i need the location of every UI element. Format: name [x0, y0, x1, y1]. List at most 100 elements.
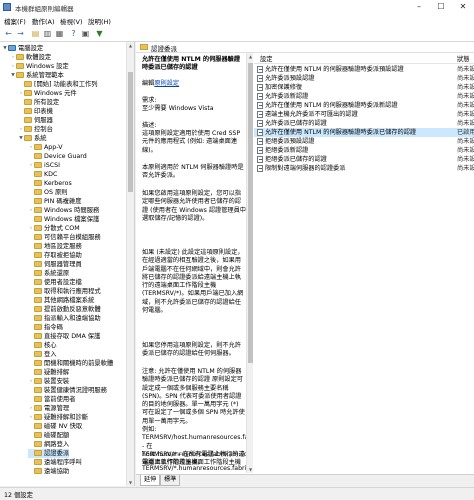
tree-item[interactable]: 取得和執行應用程式 — [28, 287, 101, 296]
column-header-setting[interactable]: 設定 — [260, 54, 273, 63]
tree-item[interactable]: 所有設定 — [18, 98, 59, 107]
menu-file[interactable]: 檔案(F) — [4, 16, 26, 26]
setting-state: 尚未設定 — [457, 84, 474, 91]
tree-item[interactable]: 使用者設定檔 — [28, 278, 82, 287]
scroll-down-icon[interactable]: ▼ — [127, 479, 134, 486]
tree-item[interactable]: 開機和關機時的前景軟體 — [28, 359, 113, 368]
tree-item[interactable]: Windows 檔案保護 — [28, 215, 99, 224]
tree-item[interactable]: KDC — [28, 170, 57, 179]
list-item[interactable]: 允許委派預設認證 尚未設定 — [254, 74, 474, 83]
tree-item[interactable]: › 裝置安裝 — [28, 377, 69, 386]
close-icon[interactable]: ✕ — [452, 0, 474, 14]
tree-item[interactable]: › iSCSI — [28, 161, 60, 170]
tree-item[interactable]: 裝置健康情況證明服務 — [28, 386, 107, 395]
tree-item[interactable]: 直接存取 DMA 保護 — [28, 332, 100, 341]
show-hide-tree-icon[interactable]: ▥ — [42, 28, 53, 39]
forward-arrow-icon[interactable]: → — [15, 28, 26, 39]
tree-item[interactable]: 疑難排解 — [28, 368, 69, 377]
tree-item[interactable]: 指派輸入和遠端協助 — [28, 314, 101, 323]
description-scrollbar[interactable]: ▲ ▼ — [246, 53, 253, 473]
settings-list[interactable]: 設定 狀態 允許在僅使用 NTLM 的伺服器驗證時委派預設認證尚未設定允許委派預… — [254, 53, 474, 473]
tree-item[interactable]: › 分散式 COM — [28, 224, 80, 233]
tree-item[interactable]: › 疑難排解和診斷 — [28, 413, 88, 422]
tree-item[interactable]: 核心 — [28, 341, 57, 350]
tree-item[interactable]: 磁碟配額 — [28, 431, 69, 440]
policy-setting-icon — [257, 129, 263, 136]
description-scroll-track[interactable]: ▲ ▼ — [247, 53, 253, 473]
list-item[interactable]: 允許在僅使用 NTLM 的伺服器驗證時委派新認證 尚未設定 — [254, 101, 474, 110]
maximize-icon[interactable]: ☐ — [430, 0, 452, 14]
list-item[interactable]: 允許在僅使用 NTLM 的伺服器驗證時委派預設認證 尚未設定 — [254, 65, 474, 74]
tree-item-label: PIN 碼複雜度 — [44, 198, 82, 205]
scroll-up-icon[interactable]: ▲ — [127, 42, 134, 49]
tree-item[interactable]: 提前啟動反惡意軟體 — [28, 305, 101, 314]
folder-up-icon[interactable]: ▤ — [30, 28, 41, 39]
policy-setting-icon — [257, 111, 263, 118]
tree-item[interactable]: ▼ 系統 — [18, 134, 47, 143]
tree-item[interactable]: 登入 — [28, 350, 57, 359]
menu-help[interactable]: 說明(H) — [88, 16, 111, 26]
tree-item[interactable]: 印表機 — [18, 107, 53, 116]
tree-item[interactable]: 其他網路檔案系統 — [28, 296, 94, 305]
export-list-icon[interactable]: ▦ — [54, 28, 65, 39]
tree-item[interactable]: › Windows 設定 — [10, 62, 69, 71]
tree-item[interactable]: 系統還原 — [28, 269, 69, 278]
list-item[interactable]: 允許委派已儲存的認證 尚未設定 — [254, 119, 474, 128]
tree-item[interactable]: Device Guard — [28, 152, 87, 161]
menu-action[interactable]: 動作(A) — [32, 16, 55, 26]
tab-standard[interactable]: 標準 — [160, 475, 181, 486]
tree-item[interactable]: 認證委派 — [28, 449, 70, 458]
tree-item[interactable]: 遠端程序呼叫 — [28, 458, 82, 467]
tree-item[interactable]: 地區設定服務 — [28, 242, 82, 251]
tree-item[interactable]: › Windows 時間服務 — [28, 206, 99, 215]
tree-item[interactable]: › 電源管理 — [28, 404, 69, 413]
tree-pane[interactable]: ▲ ▼ ▼ 電腦設定 › 軟體設定 › Windows 設定 ▼ 系統管理範本 [開始] 功能表… — [0, 42, 135, 486]
list-item[interactable]: 遠端主機允許委派不可匯出的認證 尚未設定 — [254, 110, 474, 119]
scroll-thumb[interactable] — [248, 63, 253, 363]
scroll-up-icon[interactable]: ▲ — [247, 53, 253, 60]
list-item[interactable]: 拒絕委派新認證 尚未設定 — [254, 146, 474, 155]
tree-item[interactable]: 指令碼 — [28, 323, 63, 332]
tree-scrollbar[interactable]: ▲ ▼ — [126, 42, 134, 486]
list-item[interactable]: 允許在僅使用 NTLM 的伺服器驗證時委派已儲存的認證 已啟用 — [254, 128, 474, 137]
tree-item[interactable]: 可信賴平台模組服務 — [28, 233, 101, 242]
tab-extended[interactable]: 延伸 — [140, 475, 161, 486]
toolbar: ← → ▤ ▥ ▦ ? ▣ ▼ — [0, 26, 474, 42]
tree-item[interactable]: OS 原則 — [28, 188, 68, 197]
menu-view[interactable]: 檢視(V) — [60, 16, 83, 26]
filter-icon[interactable]: ▼ — [94, 28, 105, 39]
tree-item[interactable]: › 軟體設定 — [10, 53, 51, 62]
help-icon[interactable]: ? — [68, 28, 79, 39]
list-item[interactable]: 拒絕委派已儲存的認證 尚未設定 — [254, 155, 474, 164]
tree-item[interactable]: › Windows 元件 — [18, 89, 77, 98]
folder-icon — [34, 369, 42, 375]
tree-item[interactable]: 磁碟 NV 快取 — [28, 422, 82, 431]
tree-item-label: App-V — [44, 144, 63, 151]
tree-item[interactable]: 伺服器管理員 — [28, 260, 82, 269]
list-item[interactable]: 加密保護修復 尚未設定 — [254, 83, 474, 92]
scroll-down-icon[interactable]: ▼ — [247, 466, 253, 473]
tree-item[interactable]: 當前使用者 — [28, 395, 75, 404]
list-item[interactable]: 允許委派新認證 尚未設定 — [254, 92, 474, 101]
tree-item[interactable]: PIN 碼複雜度 — [28, 197, 82, 206]
tree-item[interactable]: 遠端協助 — [28, 467, 69, 476]
scroll-thumb[interactable] — [128, 72, 133, 192]
column-header-state[interactable]: 狀態 — [457, 54, 470, 63]
tree-item[interactable]: [開始] 功能表和工作列 — [18, 80, 98, 89]
tree-item[interactable]: 伺服器 — [18, 116, 53, 125]
tree-item[interactable]: › App-V — [28, 143, 63, 152]
tree-item[interactable]: 網路登入 — [28, 440, 69, 449]
tree-item[interactable]: Kerberos — [28, 179, 72, 188]
minimize-icon[interactable]: – — [408, 0, 430, 14]
edit-policy-link[interactable]: 原則設定 — [154, 80, 179, 87]
description-paragraph: 如果您停用這項原則設定，則不允許委派已儲存的認證給任何伺服器。 — [142, 342, 241, 358]
tree-item[interactable]: ▼ 電腦設定 — [2, 44, 43, 53]
back-arrow-icon[interactable]: ← — [3, 28, 14, 39]
list-item[interactable]: 拒絕委派預設認證 尚未設定 — [254, 137, 474, 146]
tree-item[interactable]: ▼ 系統管理範本 — [10, 71, 64, 80]
properties-icon[interactable]: ▣ — [80, 28, 91, 39]
tree-item[interactable]: 存取被拒協助 — [28, 251, 82, 260]
tree-item-label: 疑難排解和診斷 — [44, 414, 89, 421]
list-item[interactable]: 限制對遠端伺服器的認證委派 尚未設定 — [254, 164, 474, 173]
tree-item[interactable]: › 控制台 — [18, 125, 53, 134]
